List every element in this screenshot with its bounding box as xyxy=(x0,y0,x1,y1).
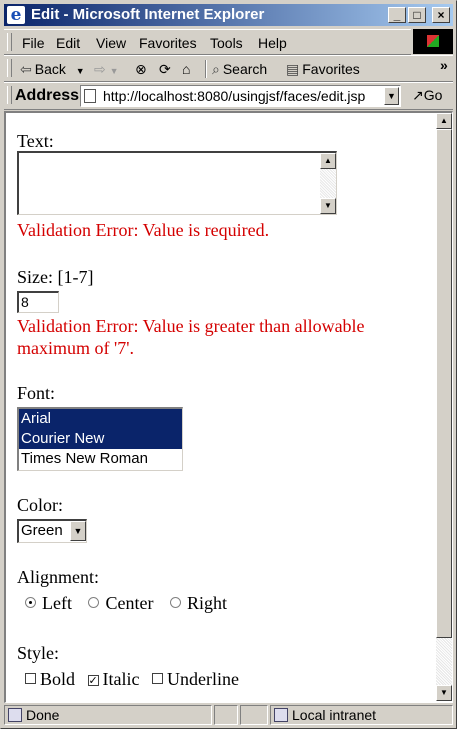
checkbox[interactable] xyxy=(152,673,163,684)
status-bar: Done Local intranet xyxy=(4,705,453,725)
stop-icon: ⊗ xyxy=(135,61,147,77)
address-label: Address xyxy=(15,87,80,104)
font-option-courier-new[interactable]: Courier New xyxy=(19,429,182,449)
scroll-down-icon[interactable]: ▼ xyxy=(436,685,452,701)
home-button[interactable]: ⌂ xyxy=(182,60,190,78)
radio-button[interactable] xyxy=(25,597,36,608)
favorites-button[interactable]: ▤ Favorites xyxy=(286,60,360,78)
page-viewport: Text: ▲ ▼ Validation Error: Value is req… xyxy=(4,111,453,703)
page-done-icon xyxy=(8,708,22,722)
style-checkbox-group: Bold ✓ Italic Underline xyxy=(25,669,251,690)
stop-button[interactable]: ⊗ xyxy=(135,60,147,78)
size-error-line-1: Validation Error: Value is greater than … xyxy=(17,316,365,336)
alignment-left-option[interactable]: Left xyxy=(25,593,72,614)
radio-button[interactable] xyxy=(88,597,100,608)
font-option-arial[interactable]: Arial xyxy=(19,409,182,429)
toolbar-overflow-chevron[interactable]: » xyxy=(440,56,448,74)
style-underline-option[interactable]: Underline xyxy=(152,669,239,690)
address-url: http://localhost:8080/usingjsf/faces/edi… xyxy=(103,88,366,104)
alignment-center-option[interactable]: Center xyxy=(88,593,153,614)
back-arrow-icon: ⇦ xyxy=(20,61,32,77)
color-select[interactable]: Green ▼ xyxy=(17,519,87,543)
font-label: Font: xyxy=(17,383,56,403)
checkbox[interactable] xyxy=(25,673,36,684)
color-label: Color: xyxy=(17,495,64,515)
scroll-up-icon[interactable]: ▲ xyxy=(320,153,336,169)
style-bold-option[interactable]: Bold xyxy=(25,669,75,690)
address-bar: Address http://localhost:8080/usingjsf/f… xyxy=(4,82,453,110)
refresh-button[interactable]: ⟳ xyxy=(159,60,171,78)
forward-arrow-icon: ⇨ xyxy=(94,61,106,77)
font-listbox[interactable]: Arial Courier New Times New Roman xyxy=(17,407,183,471)
alignment-label: Alignment: xyxy=(17,567,99,587)
menu-tools[interactable]: Tools xyxy=(210,35,243,51)
style-label: Style: xyxy=(17,643,60,663)
menu-bar: File Edit View Favorites Tools Help xyxy=(4,29,411,55)
address-dropdown-button[interactable]: ▼ xyxy=(384,87,399,105)
toolbar-grip[interactable] xyxy=(7,59,12,77)
chevron-down-icon[interactable]: ▼ xyxy=(70,521,86,541)
status-security-pane xyxy=(240,705,268,725)
favorites-folder-icon: ▤ xyxy=(286,61,300,77)
page-scrollbar[interactable]: ▲ ▼ xyxy=(436,113,452,701)
forward-dropdown-icon[interactable]: ▼ xyxy=(110,66,119,76)
toolbar-grip[interactable] xyxy=(7,86,12,104)
style-italic-option[interactable]: ✓ Italic xyxy=(87,669,140,690)
menu-edit[interactable]: Edit xyxy=(56,35,80,51)
go-button[interactable]: ↗Go xyxy=(412,87,442,104)
menu-help[interactable]: Help xyxy=(258,35,287,51)
toolbar-separator xyxy=(205,60,207,78)
status-text-pane: Done xyxy=(4,705,212,725)
search-icon: ⌕ xyxy=(212,61,220,77)
back-dropdown-icon[interactable]: ▼ xyxy=(76,66,85,76)
forward-button[interactable]: ⇨ ▼ xyxy=(94,60,119,80)
textarea-scrollbar[interactable]: ▲ ▼ xyxy=(320,153,336,214)
close-button[interactable]: × xyxy=(432,7,450,23)
checkbox[interactable]: ✓ xyxy=(87,675,99,686)
toolbar-grip[interactable] xyxy=(7,33,12,51)
minimize-button[interactable]: _ xyxy=(388,7,406,23)
size-input[interactable]: 8 xyxy=(17,291,59,313)
alignment-radio-group: Left Center Right xyxy=(25,593,239,614)
title-bar[interactable]: e Edit - Microsoft Internet Explorer _ □… xyxy=(4,4,453,26)
search-button[interactable]: ⌕ Search xyxy=(212,60,267,78)
text-area[interactable]: ▲ ▼ xyxy=(17,151,337,215)
refresh-icon: ⟳ xyxy=(159,61,171,77)
alignment-right-option[interactable]: Right xyxy=(169,593,227,614)
standard-toolbar: ⇦ Back ▼ ⇨ ▼ ⊗ ⟳ ⌂ ⌕ Search ▤ Favorites » xyxy=(4,55,453,82)
maximize-button[interactable]: □ xyxy=(408,7,426,23)
go-arrow-icon: ↗ xyxy=(412,87,424,103)
status-progress-pane xyxy=(214,705,238,725)
window-title: Edit - Microsoft Internet Explorer xyxy=(31,6,265,23)
text-error-message: Validation Error: Value is required. xyxy=(17,220,270,240)
browser-window: e Edit - Microsoft Internet Explorer _ □… xyxy=(0,0,457,729)
radio-button[interactable] xyxy=(169,597,181,608)
ie-logo-icon: e xyxy=(7,6,25,24)
windows-logo-throbber xyxy=(413,29,453,54)
scrollbar-thumb[interactable] xyxy=(436,129,452,638)
scroll-up-icon[interactable]: ▲ xyxy=(436,113,452,129)
size-error-line-2: maximum of '7'. xyxy=(17,338,134,358)
text-label: Text: xyxy=(17,131,54,151)
address-input[interactable]: http://localhost:8080/usingjsf/faces/edi… xyxy=(80,85,401,107)
scroll-down-icon[interactable]: ▼ xyxy=(320,198,336,214)
menu-file[interactable]: File xyxy=(22,35,45,51)
menu-view[interactable]: View xyxy=(96,35,126,51)
size-label: Size: [1-7] xyxy=(17,267,94,287)
page-icon xyxy=(84,89,96,103)
status-zone-pane: Local intranet xyxy=(270,705,453,725)
back-button[interactable]: ⇦ Back ▼ xyxy=(20,60,85,80)
font-option-times-new-roman[interactable]: Times New Roman xyxy=(19,449,182,469)
menu-favorites[interactable]: Favorites xyxy=(139,35,197,51)
home-icon: ⌂ xyxy=(182,61,191,77)
intranet-zone-icon xyxy=(274,708,288,722)
